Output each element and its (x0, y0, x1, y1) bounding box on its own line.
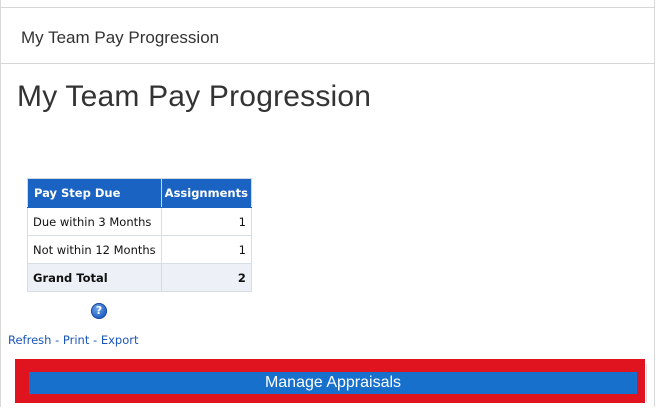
print-link[interactable]: Print (63, 333, 89, 347)
row-label[interactable]: Due within 3 Months (27, 207, 162, 236)
page-title: My Team Pay Progression (17, 80, 372, 113)
refresh-link[interactable]: Refresh (8, 333, 51, 347)
table-row: Due within 3 Months 1 (27, 207, 252, 236)
grand-total-row: Grand Total 2 (27, 263, 252, 292)
grand-total-value: 2 (160, 263, 252, 292)
table-header-row: Pay Step Due Assignments (27, 178, 252, 208)
link-separator: - (55, 333, 60, 347)
manage-appraisals-button[interactable]: Manage Appraisals (29, 372, 637, 394)
row-value[interactable]: 1 (160, 207, 252, 236)
panel-header: My Team Pay Progression (1, 7, 654, 64)
grand-total-label: Grand Total (27, 263, 162, 292)
report-links: Refresh - Print - Export (8, 333, 139, 347)
column-header-pay-step-due[interactable]: Pay Step Due (27, 178, 162, 208)
table-row: Not within 12 Months 1 (27, 235, 252, 264)
panel-header-title: My Team Pay Progression (21, 28, 220, 47)
column-header-assignments[interactable]: Assignments (160, 178, 252, 208)
row-label[interactable]: Not within 12 Months (27, 235, 162, 264)
help-icon[interactable]: ? (91, 303, 107, 319)
export-link[interactable]: Export (101, 333, 139, 347)
pay-step-table: Pay Step Due Assignments Due within 3 Mo… (27, 178, 252, 292)
row-value[interactable]: 1 (160, 235, 252, 264)
link-separator: - (93, 333, 98, 347)
divider (646, 364, 647, 402)
